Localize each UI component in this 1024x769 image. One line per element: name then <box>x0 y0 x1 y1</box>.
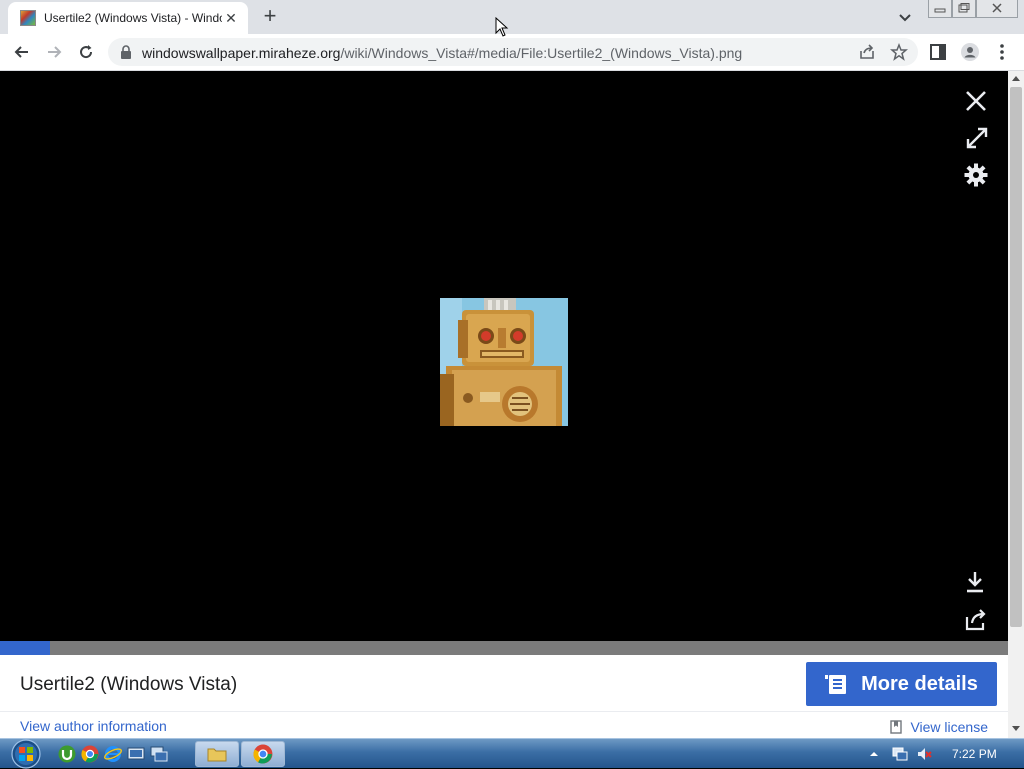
taskbar-explorer-button[interactable] <box>195 741 239 767</box>
profile-icon[interactable] <box>960 42 980 62</box>
more-details-button[interactable]: More details <box>806 662 997 706</box>
taskbar-clock[interactable]: 7:22 PM <box>952 747 997 761</box>
folder-icon <box>207 748 227 762</box>
url-path: /wiki/Windows_Vista#/media/File:Usertile… <box>340 45 743 61</box>
license-icon <box>890 720 903 734</box>
system-tray <box>862 739 1024 769</box>
file-title: Usertile2 (Windows Vista) <box>20 674 238 695</box>
volume-muted-icon[interactable] <box>916 746 932 762</box>
details-icon <box>825 675 847 694</box>
tab-search-icon[interactable] <box>896 8 914 26</box>
windows-taskbar: 7:22 PM <box>0 738 1024 769</box>
tab-strip: Usertile2 (Windows Vista) - Windows Wall… <box>0 0 1024 34</box>
robot-toy-image <box>440 298 568 426</box>
back-icon[interactable] <box>12 42 32 62</box>
progress-fill <box>0 641 51 655</box>
scrollbar-thumb[interactable] <box>1010 87 1022 627</box>
tab-title: Usertile2 (Windows Vista) - Windows Wall… <box>44 11 222 25</box>
restore-icon <box>958 3 970 13</box>
bookmark-star-icon[interactable] <box>890 43 908 61</box>
new-tab-button[interactable]: + <box>258 5 282 29</box>
mouse-cursor-icon <box>495 17 509 37</box>
url-host: windowswallpaper.miraheze.org <box>142 45 341 61</box>
license-label: View license <box>910 719 988 735</box>
scroll-down-arrow[interactable] <box>1012 726 1020 731</box>
gear-icon[interactable] <box>963 162 989 188</box>
author-info-link[interactable]: View author information <box>20 718 167 734</box>
tray-expand-icon[interactable] <box>868 748 880 760</box>
chrome-quicklaunch-icon[interactable] <box>81 745 99 763</box>
close-icon[interactable] <box>963 88 989 114</box>
lock-icon[interactable] <box>120 45 132 59</box>
reload-icon[interactable] <box>76 42 96 62</box>
page-scrollbar[interactable] <box>1008 71 1024 738</box>
show-desktop-icon[interactable] <box>127 745 145 763</box>
media-viewer <box>0 71 1008 641</box>
download-icon[interactable] <box>962 569 988 595</box>
utorrent-icon[interactable] <box>58 745 76 763</box>
internet-explorer-icon[interactable] <box>104 745 122 763</box>
more-details-label: More details <box>861 672 978 695</box>
browser-toolbar: windowswallpaper.miraheze.org/wiki/Windo… <box>0 34 1024 71</box>
start-button[interactable] <box>8 739 44 769</box>
share-icon[interactable] <box>963 607 989 633</box>
share-page-icon[interactable] <box>858 43 876 61</box>
switch-windows-icon[interactable] <box>150 745 168 763</box>
network-icon[interactable] <box>892 746 908 762</box>
tab-close-button[interactable]: ✕ <box>222 9 240 27</box>
loading-progress-bar <box>0 641 1008 655</box>
url-text[interactable]: windowswallpaper.miraheze.org/wiki/Windo… <box>142 45 742 61</box>
close-window-button[interactable] <box>976 0 1018 18</box>
minimize-button[interactable] <box>928 0 952 18</box>
side-panel-icon[interactable] <box>928 42 948 62</box>
license-link[interactable]: View license <box>890 719 988 735</box>
minimize-icon <box>934 8 946 13</box>
fullscreen-icon[interactable] <box>964 125 990 151</box>
chrome-icon <box>253 744 273 764</box>
address-bar[interactable]: windowswallpaper.miraheze.org/wiki/Windo… <box>108 38 918 66</box>
scroll-up-arrow[interactable] <box>1012 76 1020 81</box>
divider <box>0 711 1008 712</box>
media-image[interactable] <box>440 298 568 426</box>
tab-favicon-icon <box>20 10 36 26</box>
restore-button[interactable] <box>952 0 976 18</box>
forward-icon[interactable] <box>44 42 64 62</box>
media-info-panel: Usertile2 (Windows Vista) More details V… <box>0 655 1008 738</box>
menu-dots-icon[interactable] <box>992 42 1012 62</box>
browser-tab[interactable]: Usertile2 (Windows Vista) - Windows Wall… <box>8 2 248 34</box>
taskbar-chrome-button[interactable] <box>241 741 285 767</box>
close-window-icon <box>992 3 1002 13</box>
